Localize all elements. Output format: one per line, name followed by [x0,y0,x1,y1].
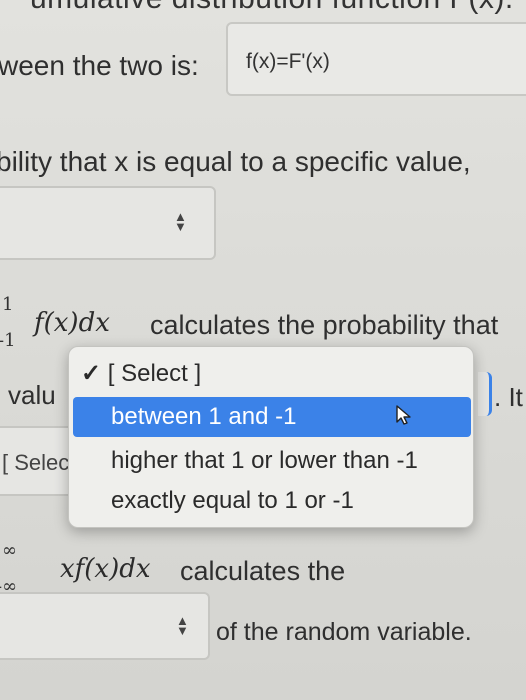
expectation-expression: xf(x)dx [60,554,151,584]
option-label: [ Select ] [107,360,202,387]
range-select-focused-edge[interactable] [478,372,492,416]
value-prefix-text: valu [8,380,56,410]
dropdown-menu: ✓ [ Select ] between 1 and -1 higher tha… [68,346,474,528]
cut-heading-text: umulative distribution function F(x). [30,0,514,16]
dropdown-option-higher-lower[interactable]: higher that 1 or lower than -1 [111,447,418,475]
integral-expression: f(x)dx [34,308,110,338]
moment-select-dropdown[interactable]: ▲ ▼ [0,592,210,660]
second-select-label: [ Selec [2,450,70,475]
expectation-line-text: calculates the [180,556,346,586]
up-down-arrows-icon: ▲ ▼ [176,613,189,638]
random-variable-text: of the random variable. [216,618,472,646]
relation-answer-value: f(x)=F'(x) [246,50,330,73]
dropdown-option-between[interactable]: between 1 and -1 [111,403,296,431]
probability-line-text: bility that x is equal to a specific val… [0,146,471,177]
mouse-pointer-icon [396,405,411,425]
after-select-text: . It [494,382,523,412]
quiz-page: umulative distribution function F(x). we… [0,0,526,700]
value-select-dropdown[interactable]: ▲ ▼ [0,186,216,260]
relation-answer-field[interactable]: f(x)=F'(x) [226,22,526,96]
integral-lower-bound: -1 [0,330,16,351]
dropdown-option-exactly-equal[interactable]: exactly equal to 1 or -1 [111,487,354,515]
expectation-upper-bound: ∞ [2,540,17,561]
dropdown-option-select[interactable]: ✓ [ Select ] [81,359,201,388]
integral-line-text: calculates the probability that [150,310,499,340]
checkmark-icon: ✓ [81,360,102,387]
relation-prefix-text: ween the two is: [0,50,199,81]
integral-upper-bound: 1 [2,294,14,315]
up-down-arrows-icon: ▲ ▼ [174,209,187,234]
